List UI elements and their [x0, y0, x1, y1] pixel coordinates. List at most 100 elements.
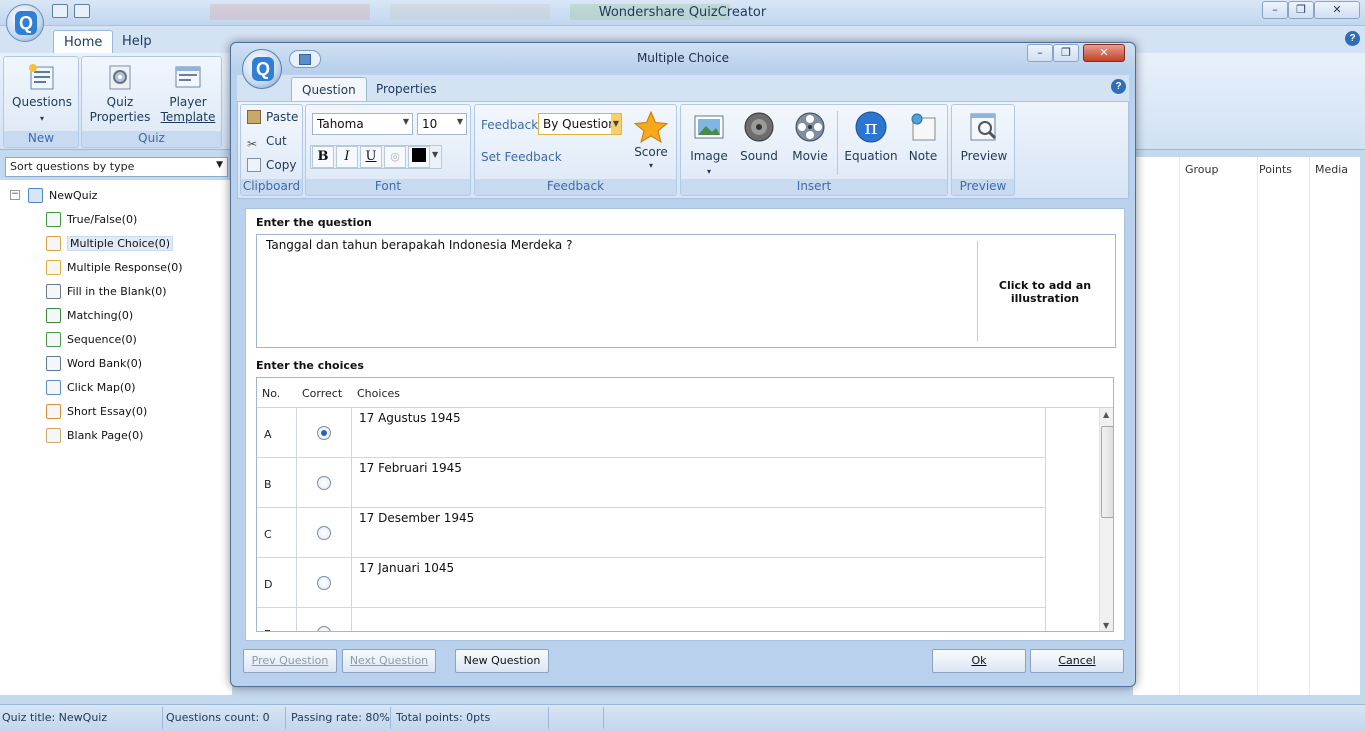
choices-scrollbar[interactable]: ▲ ▼	[1099, 408, 1113, 631]
column-header-points[interactable]: Points	[1259, 163, 1292, 176]
choice-row: B 17 Februari 1945	[257, 458, 1046, 508]
tree-item-label: True/False(0)	[67, 213, 138, 226]
tab-question[interactable]: Question	[291, 77, 367, 101]
next-question-button[interactable]: Next Question	[342, 649, 436, 673]
dialog-maximize-button[interactable]: ❐	[1053, 44, 1079, 62]
tree-item-label: Multiple Response(0)	[67, 261, 183, 274]
ribbon-group-preview: Preview Preview	[951, 104, 1015, 196]
choice-letter: E	[257, 608, 297, 631]
collapse-icon[interactable]: −	[10, 190, 20, 200]
ok-button[interactable]: Ok	[932, 649, 1026, 673]
copy-button[interactable]: Copy	[247, 158, 296, 172]
pi-icon: π	[855, 111, 887, 143]
tree-item-label: Blank Page(0)	[67, 429, 144, 442]
tab-home[interactable]: Home	[53, 30, 114, 54]
question-input[interactable]: Tanggal dan tahun berapakah Indonesia Me…	[256, 234, 1116, 348]
choice-row: D 17 Januari 1045	[257, 558, 1046, 608]
ribbon-group-feedback: Feedback: By Question ▼ Set Feedback Scor…	[474, 104, 677, 196]
multiple-response-icon	[46, 260, 61, 275]
close-button[interactable]: ✕	[1314, 1, 1360, 19]
svg-text:π: π	[864, 115, 877, 139]
choice-row: C 17 Desember 1945	[257, 508, 1046, 558]
color-swatch	[412, 148, 426, 162]
tab-properties[interactable]: Properties	[366, 77, 447, 101]
ribbon-group-clipboard: Paste ✂ Cut Copy Clipboard	[240, 104, 303, 196]
app-menu-button[interactable]: Q	[6, 4, 44, 42]
insert-image-button[interactable]: Image ▾	[687, 111, 731, 177]
sort-select[interactable]: Sort questions by type ▼	[5, 157, 228, 177]
insert-sound-button[interactable]: Sound	[737, 111, 781, 163]
score-button[interactable]: Score ▾	[627, 111, 675, 177]
insert-equation-button[interactable]: π Equation	[843, 111, 899, 163]
set-feedback-button[interactable]: Set Feedback	[481, 150, 562, 164]
dialog-minimize-button[interactable]: –	[1027, 44, 1053, 62]
correct-radio[interactable]	[317, 476, 331, 490]
choice-text-input[interactable]: 17 Januari 1045	[359, 561, 454, 575]
group-label-preview: Preview	[952, 179, 1014, 195]
scroll-thumb[interactable]	[1101, 426, 1113, 518]
font-size-select[interactable]: 10 ▼	[417, 113, 467, 135]
cancel-button[interactable]: Cancel	[1030, 649, 1124, 673]
help-icon[interactable]: ?	[1345, 31, 1360, 46]
prev-question-button[interactable]: Prev Question	[243, 649, 337, 673]
column-header-group[interactable]: Group	[1185, 163, 1219, 176]
choice-row: E	[257, 608, 1046, 631]
choice-text-input[interactable]: 17 Februari 1945	[359, 461, 462, 475]
correct-radio[interactable]	[317, 526, 331, 540]
highlight-icon[interactable]: ◎	[384, 146, 406, 168]
maximize-button[interactable]: ❐	[1288, 1, 1314, 19]
preview-button[interactable]: Preview	[956, 111, 1012, 163]
insert-movie-button[interactable]: Movie	[787, 111, 833, 163]
paste-button[interactable]: Paste	[247, 110, 298, 124]
speaker-icon	[744, 112, 774, 142]
column-header-no: No.	[262, 387, 281, 400]
tree-item-label: Fill in the Blank(0)	[67, 285, 167, 298]
ribbon-group-insert: Image ▾ Sound Movie π Equation Note Inser…	[680, 104, 948, 196]
chevron-down-icon: ▼	[402, 117, 409, 126]
player-template-button[interactable]: Player Template	[154, 61, 222, 125]
choice-letter: A	[257, 408, 297, 458]
font-color-button[interactable]	[408, 146, 430, 168]
dialog-title: Multiple Choice	[636, 51, 730, 65]
insert-note-button[interactable]: Note	[903, 111, 943, 163]
quiz-icon	[28, 188, 43, 203]
column-header-correct: Correct	[302, 387, 343, 400]
column-header-media[interactable]: Media	[1315, 163, 1348, 176]
scroll-down-icon[interactable]: ▼	[1103, 621, 1109, 630]
italic-button[interactable]: I	[336, 146, 358, 168]
chevron-down-icon: ▼	[456, 117, 463, 126]
cut-button[interactable]: ✂ Cut	[247, 134, 287, 151]
tab-help[interactable]: Help	[112, 30, 162, 54]
choices-header: No. Correct Choices	[257, 378, 1113, 408]
click-map-icon	[46, 380, 61, 395]
add-illustration-button[interactable]: Click to add an illustration	[995, 279, 1095, 305]
minimize-button[interactable]: –	[1262, 1, 1288, 19]
correct-radio[interactable]	[317, 626, 331, 631]
underline-button[interactable]: U	[360, 146, 382, 168]
scroll-up-icon[interactable]: ▲	[1103, 410, 1109, 419]
feedback-select[interactable]: By Question ▼	[538, 113, 622, 135]
scissors-icon: ✂	[247, 137, 258, 151]
ribbon-group-font: Tahoma ▼ 10 ▼ B I U ◎ ▼ Font	[305, 104, 471, 196]
dialog-close-button[interactable]: ✕	[1083, 44, 1125, 62]
dialog-menu-button[interactable]: Q	[242, 49, 282, 89]
chevron-down-icon[interactable]: ▼	[432, 150, 438, 159]
font-family-select[interactable]: Tahoma ▼	[312, 113, 413, 135]
quiz-properties-button[interactable]: Quiz Properties	[86, 61, 154, 125]
choice-text-input[interactable]: 17 Agustus 1945	[359, 411, 461, 425]
choice-text-input[interactable]: 17 Desember 1945	[359, 511, 474, 525]
correct-radio[interactable]	[317, 576, 331, 590]
blank-page-icon	[46, 428, 61, 443]
correct-radio[interactable]	[317, 426, 331, 440]
app-title: Wondershare QuizCreator	[598, 5, 767, 20]
dialog-help-icon[interactable]: ?	[1111, 79, 1126, 94]
bold-button[interactable]: B	[312, 146, 334, 168]
new-question-button[interactable]: New Question	[455, 649, 549, 673]
question-text[interactable]: Tanggal dan tahun berapakah Indonesia Me…	[266, 238, 572, 252]
questions-button[interactable]: Questions ▾	[10, 61, 74, 126]
preview-icon	[970, 113, 997, 141]
tree-item-label: Short Essay(0)	[67, 405, 148, 418]
ribbon-group-quiz: Quiz Properties Player Template Quiz	[81, 56, 222, 148]
gear-icon	[109, 65, 131, 90]
column-header-choices: Choices	[357, 387, 400, 400]
